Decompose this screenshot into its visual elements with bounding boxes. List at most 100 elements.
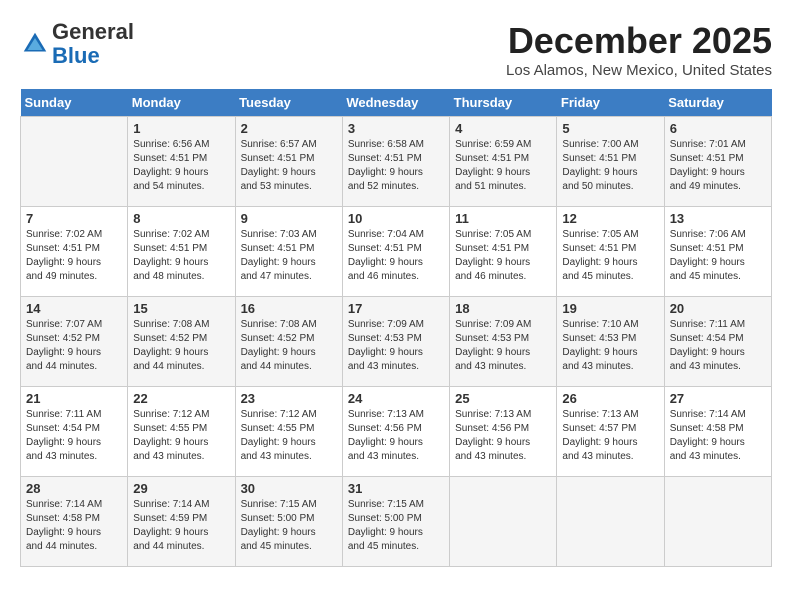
calendar-cell: 5Sunrise: 7:00 AM Sunset: 4:51 PM Daylig… [557, 117, 664, 207]
day-info: Sunrise: 7:05 AM Sunset: 4:51 PM Dayligh… [562, 228, 658, 284]
weekday-row: SundayMondayTuesdayWednesdayThursdayFrid… [21, 89, 772, 117]
logo-blue-text: Blue [52, 43, 100, 68]
day-info: Sunrise: 7:08 AM Sunset: 4:52 PM Dayligh… [133, 318, 229, 374]
calendar-cell [450, 477, 557, 567]
day-number: 4 [455, 121, 551, 136]
day-info: Sunrise: 7:13 AM Sunset: 4:57 PM Dayligh… [562, 408, 658, 464]
day-number: 15 [133, 301, 229, 316]
day-number: 20 [670, 301, 766, 316]
calendar-cell: 14 Sunrise: 7:07 AM Sunset: 4:52 PM Dayli… [21, 297, 128, 387]
day-info: Sunrise: 7:05 AM Sunset: 4:51 PM Dayligh… [455, 228, 551, 284]
day-info: Sunrise: 7:00 AM Sunset: 4:51 PM Dayligh… [562, 138, 658, 194]
day-info: Sunrise: 7:12 AM Sunset: 4:55 PM Dayligh… [133, 408, 229, 464]
calendar-cell: 3 Sunrise: 6:58 AM Sunset: 4:51 PM Daylig… [342, 117, 449, 207]
logo: General Blue [20, 20, 134, 68]
calendar-cell [21, 117, 128, 207]
calendar-cell: 6Sunrise: 7:01 AM Sunset: 4:51 PM Daylig… [664, 117, 771, 207]
weekday-header-sunday: Sunday [21, 89, 128, 117]
day-info: Sunrise: 7:14 AM Sunset: 4:59 PM Dayligh… [133, 498, 229, 554]
day-number: 17 [348, 301, 444, 316]
calendar-cell: 9 Sunrise: 7:03 AM Sunset: 4:51 PM Daylig… [235, 207, 342, 297]
day-number: 1 [133, 121, 229, 136]
calendar-cell: 15 Sunrise: 7:08 AM Sunset: 4:52 PM Dayli… [128, 297, 235, 387]
weekday-header-friday: Friday [557, 89, 664, 117]
day-info: Sunrise: 6:56 AM Sunset: 4:51 PM Dayligh… [133, 138, 229, 194]
month-title: December 2025 [506, 20, 772, 62]
calendar-cell: 12 Sunrise: 7:05 AM Sunset: 4:51 PM Dayli… [557, 207, 664, 297]
day-number: 8 [133, 211, 229, 226]
day-number: 12 [562, 211, 658, 226]
calendar-header: SundayMondayTuesdayWednesdayThursdayFrid… [21, 89, 772, 117]
calendar-cell: 27 Sunrise: 7:14 AM Sunset: 4:58 PM Dayli… [664, 387, 771, 477]
calendar-week-3: 14 Sunrise: 7:07 AM Sunset: 4:52 PM Dayli… [21, 297, 772, 387]
day-number: 29 [133, 481, 229, 496]
calendar-cell: 17 Sunrise: 7:09 AM Sunset: 4:53 PM Dayli… [342, 297, 449, 387]
day-info: Sunrise: 6:58 AM Sunset: 4:51 PM Dayligh… [348, 138, 444, 194]
calendar-table: SundayMondayTuesdayWednesdayThursdayFrid… [20, 89, 772, 567]
day-info: Sunrise: 7:15 AM Sunset: 5:00 PM Dayligh… [241, 498, 337, 554]
day-info: Sunrise: 7:13 AM Sunset: 4:56 PM Dayligh… [348, 408, 444, 464]
day-number: 30 [241, 481, 337, 496]
calendar-cell: 8 Sunrise: 7:02 AM Sunset: 4:51 PM Daylig… [128, 207, 235, 297]
calendar-cell: 21Sunrise: 7:11 AM Sunset: 4:54 PM Dayli… [21, 387, 128, 477]
day-number: 3 [348, 121, 444, 136]
day-number: 13 [670, 211, 766, 226]
day-info: Sunrise: 7:11 AM Sunset: 4:54 PM Dayligh… [670, 318, 766, 374]
day-info: Sunrise: 7:01 AM Sunset: 4:51 PM Dayligh… [670, 138, 766, 194]
calendar-week-5: 28Sunrise: 7:14 AM Sunset: 4:58 PM Dayli… [21, 477, 772, 567]
day-info: Sunrise: 7:02 AM Sunset: 4:51 PM Dayligh… [133, 228, 229, 284]
calendar-cell: 16 Sunrise: 7:08 AM Sunset: 4:52 PM Dayli… [235, 297, 342, 387]
page-header: General Blue December 2025 Los Alamos, N… [20, 20, 772, 79]
calendar-cell: 24 Sunrise: 7:13 AM Sunset: 4:56 PM Dayli… [342, 387, 449, 477]
calendar-cell: 30 Sunrise: 7:15 AM Sunset: 5:00 PM Dayli… [235, 477, 342, 567]
calendar-cell: 20 Sunrise: 7:11 AM Sunset: 4:54 PM Dayli… [664, 297, 771, 387]
day-number: 26 [562, 391, 658, 406]
day-number: 7 [26, 211, 122, 226]
weekday-header-monday: Monday [128, 89, 235, 117]
calendar-cell: 25Sunrise: 7:13 AM Sunset: 4:56 PM Dayli… [450, 387, 557, 477]
day-number: 31 [348, 481, 444, 496]
day-number: 14 [26, 301, 122, 316]
day-number: 24 [348, 391, 444, 406]
day-info: Sunrise: 6:59 AM Sunset: 4:51 PM Dayligh… [455, 138, 551, 194]
day-info: Sunrise: 7:13 AM Sunset: 4:56 PM Dayligh… [455, 408, 551, 464]
calendar-cell: 22 Sunrise: 7:12 AM Sunset: 4:55 PM Dayli… [128, 387, 235, 477]
calendar-cell: 2Sunrise: 6:57 AM Sunset: 4:51 PM Daylig… [235, 117, 342, 207]
calendar-cell: 11Sunrise: 7:05 AM Sunset: 4:51 PM Dayli… [450, 207, 557, 297]
calendar-cell [557, 477, 664, 567]
day-number: 23 [241, 391, 337, 406]
day-info: Sunrise: 7:14 AM Sunset: 4:58 PM Dayligh… [26, 498, 122, 554]
day-info: Sunrise: 7:14 AM Sunset: 4:58 PM Dayligh… [670, 408, 766, 464]
day-info: Sunrise: 7:10 AM Sunset: 4:53 PM Dayligh… [562, 318, 658, 374]
weekday-header-thursday: Thursday [450, 89, 557, 117]
day-number: 18 [455, 301, 551, 316]
calendar-week-2: 7 Sunrise: 7:02 AM Sunset: 4:51 PM Daylig… [21, 207, 772, 297]
calendar-body: 1 Sunrise: 6:56 AM Sunset: 4:51 PM Daylig… [21, 117, 772, 567]
day-number: 21 [26, 391, 122, 406]
day-info: Sunrise: 7:09 AM Sunset: 4:53 PM Dayligh… [348, 318, 444, 374]
logo-general-text: General [52, 19, 134, 44]
calendar-cell: 29 Sunrise: 7:14 AM Sunset: 4:59 PM Dayli… [128, 477, 235, 567]
day-info: Sunrise: 7:08 AM Sunset: 4:52 PM Dayligh… [241, 318, 337, 374]
calendar-cell: 10Sunrise: 7:04 AM Sunset: 4:51 PM Dayli… [342, 207, 449, 297]
day-number: 19 [562, 301, 658, 316]
calendar-cell: 1 Sunrise: 6:56 AM Sunset: 4:51 PM Daylig… [128, 117, 235, 207]
day-info: Sunrise: 6:57 AM Sunset: 4:51 PM Dayligh… [241, 138, 337, 194]
day-info: Sunrise: 7:04 AM Sunset: 4:51 PM Dayligh… [348, 228, 444, 284]
day-number: 27 [670, 391, 766, 406]
logo-text: General Blue [52, 20, 134, 68]
title-block: December 2025 Los Alamos, New Mexico, Un… [506, 20, 772, 79]
calendar-cell: 13Sunrise: 7:06 AM Sunset: 4:51 PM Dayli… [664, 207, 771, 297]
day-number: 22 [133, 391, 229, 406]
calendar-cell: 7Sunrise: 7:02 AM Sunset: 4:51 PM Daylig… [21, 207, 128, 297]
day-info: Sunrise: 7:09 AM Sunset: 4:53 PM Dayligh… [455, 318, 551, 374]
day-number: 9 [241, 211, 337, 226]
calendar-week-4: 21Sunrise: 7:11 AM Sunset: 4:54 PM Dayli… [21, 387, 772, 477]
location-text: Los Alamos, New Mexico, United States [506, 62, 772, 79]
day-info: Sunrise: 7:07 AM Sunset: 4:52 PM Dayligh… [26, 318, 122, 374]
calendar-cell: 23Sunrise: 7:12 AM Sunset: 4:55 PM Dayli… [235, 387, 342, 477]
logo-icon [20, 29, 50, 59]
day-number: 16 [241, 301, 337, 316]
day-info: Sunrise: 7:03 AM Sunset: 4:51 PM Dayligh… [241, 228, 337, 284]
weekday-header-saturday: Saturday [664, 89, 771, 117]
